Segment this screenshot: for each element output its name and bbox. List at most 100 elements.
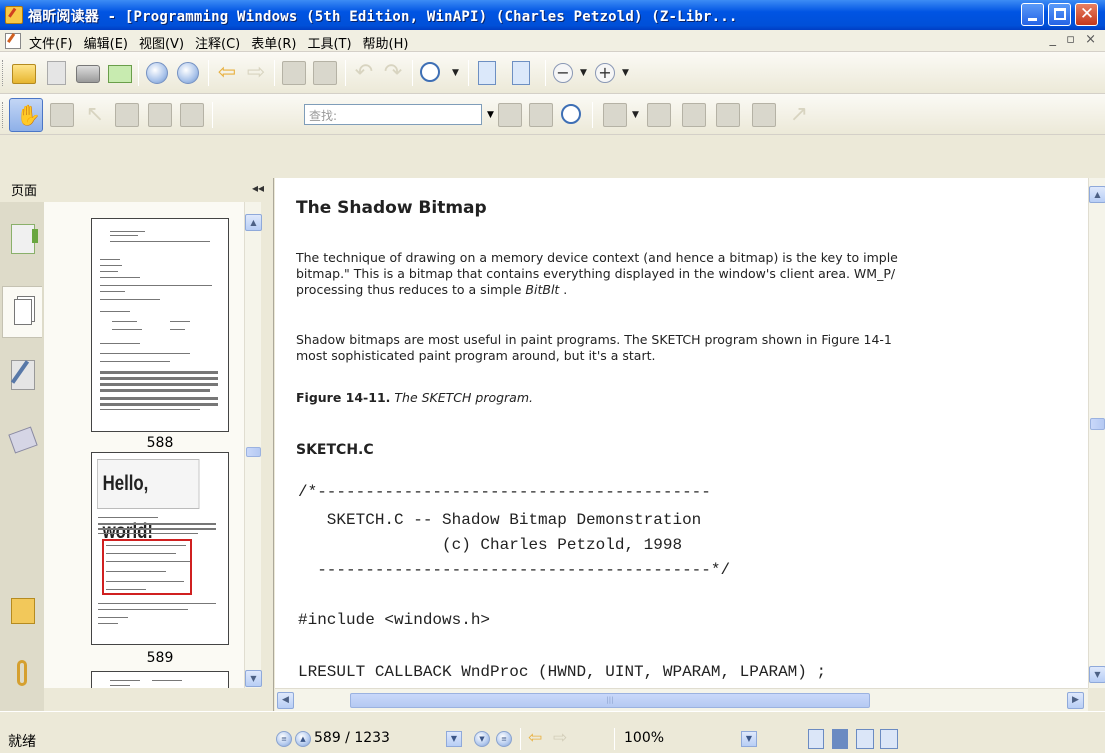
callout-icon[interactable] (752, 103, 776, 127)
maximize-button[interactable] (1048, 3, 1071, 26)
page-thumbnail-590[interactable] (91, 671, 229, 688)
continuous-view-icon[interactable] (832, 729, 848, 749)
select-arrow-icon[interactable]: ↖ (83, 103, 107, 127)
paragraph-end: . (559, 282, 568, 297)
annotations-tab-icon[interactable] (11, 360, 35, 390)
scroll-up-icon[interactable]: ▲ (1089, 186, 1105, 203)
code-line: (c) Charles Petzold, 1998 (298, 536, 683, 554)
next-page-icon[interactable]: ▼ (474, 731, 490, 747)
zoom-in-icon[interactable] (420, 62, 440, 82)
zoom-dropdown-icon[interactable]: ▼ (741, 731, 757, 747)
line-tool-icon[interactable]: ↗ (787, 103, 811, 127)
forward-arrow-icon[interactable]: ⇨ (244, 61, 268, 85)
find-icon[interactable] (115, 103, 139, 127)
previous-page-icon[interactable]: ▲ (295, 731, 311, 747)
zoom-plus-dropdown-icon[interactable]: ▼ (622, 68, 629, 78)
last-page-icon[interactable]: ≡ (496, 731, 512, 747)
document-horizontal-scrollbar[interactable]: ◀ ||| ▶ (275, 688, 1088, 711)
copy-page-icon[interactable] (313, 61, 337, 85)
comments-tab-icon[interactable] (11, 598, 35, 624)
page-dropdown-icon[interactable]: ▼ (446, 731, 462, 747)
pages-panel: 页面 ◂◂ 588 Hello, world! 589 ▲ ▼ (0, 178, 274, 711)
zoom-level-input[interactable]: 100% (620, 729, 737, 749)
toolbar-grip[interactable] (2, 60, 5, 86)
menu-help[interactable]: 帮助(H) (363, 33, 409, 52)
fit-width-icon[interactable] (512, 61, 530, 85)
minimize-button[interactable] (1021, 3, 1044, 26)
find-previous-icon[interactable] (498, 103, 522, 127)
code-line: SKETCH.C -- Shadow Bitmap Demonstration (298, 511, 702, 529)
next-page-icon[interactable] (177, 62, 199, 84)
page-thumbnail-589[interactable]: Hello, world! (91, 452, 229, 645)
print-icon[interactable] (76, 65, 100, 83)
text-box-icon[interactable] (716, 103, 740, 127)
continuous-facing-view-icon[interactable] (880, 729, 898, 749)
mdi-controls[interactable]: _ ▫ × (1050, 32, 1099, 47)
scroll-up-icon[interactable]: ▲ (245, 214, 262, 231)
document-vertical-scrollbar[interactable]: ▲ ▼ (1088, 178, 1105, 688)
document-view[interactable]: The Shadow Bitmap The technique of drawi… (275, 178, 1088, 688)
back-arrow-icon[interactable]: ⇦ (215, 61, 239, 85)
note-tool-icon[interactable] (603, 103, 627, 127)
paragraph-text: processing thus reduces to a simple (296, 282, 526, 297)
note-dropdown-icon[interactable]: ▼ (632, 110, 639, 120)
search-icon[interactable] (561, 104, 581, 124)
single-page-view-icon[interactable] (808, 729, 824, 749)
page-thumbnail-588[interactable] (91, 218, 229, 432)
undo-icon[interactable]: ↶ (352, 61, 376, 85)
scroll-down-icon[interactable]: ▼ (245, 670, 262, 687)
text-select-icon[interactable] (50, 103, 74, 127)
window-title: 福昕阅读器 - [Programming Windows (5th Editio… (28, 9, 738, 25)
scroll-left-icon[interactable]: ◀ (277, 692, 294, 709)
zoom-out-dropdown-icon[interactable]: ▼ (580, 68, 587, 78)
page-thumbnail-label: 588 (146, 435, 174, 451)
menu-tools[interactable]: 工具(T) (307, 33, 351, 52)
pages-tab[interactable] (2, 286, 42, 338)
thumbnail-scroll-thumb[interactable] (246, 447, 261, 457)
zoom-plus-icon[interactable]: + (595, 63, 615, 83)
search-dropdown-icon[interactable]: ▼ (487, 110, 494, 120)
fit-page-icon[interactable] (478, 61, 496, 85)
layers-tab-icon[interactable] (8, 426, 38, 454)
attach-tool-icon[interactable] (647, 103, 671, 127)
collapse-panel-button[interactable]: ◂◂ (252, 181, 264, 195)
current-view-highlight[interactable] (102, 539, 192, 595)
search-input[interactable]: 查找: (304, 104, 482, 125)
menu-view[interactable]: 视图(V) (139, 33, 184, 52)
document-scroll-thumb[interactable] (1090, 418, 1105, 430)
menu-comment[interactable]: 注释(C) (195, 33, 240, 52)
menu-form[interactable]: 表单(R) (251, 33, 296, 52)
typewriter-icon[interactable] (148, 103, 172, 127)
page-number-input[interactable]: 589 / 1233 (312, 729, 434, 749)
horizontal-scroll-thumb[interactable]: ||| (350, 693, 870, 708)
save-icon[interactable] (47, 61, 66, 85)
thumbnail-scrollbar[interactable]: ▲ ▼ (244, 202, 262, 688)
attachments-tab-icon[interactable] (17, 660, 27, 686)
open-icon[interactable] (12, 64, 36, 84)
back-arrow-icon[interactable]: ⇦ (528, 728, 542, 748)
first-page-icon[interactable]: ≡ (276, 731, 292, 747)
scroll-right-icon[interactable]: ▶ (1067, 692, 1084, 709)
menu-edit[interactable]: 编辑(E) (84, 33, 128, 52)
image-select-icon[interactable] (180, 103, 204, 127)
pencil-tool-icon[interactable] (682, 103, 706, 127)
hand-tool-icon[interactable] (9, 98, 43, 132)
zoom-out-icon[interactable]: − (553, 63, 573, 83)
close-button[interactable]: ✕ (1075, 3, 1098, 26)
email-icon[interactable] (108, 65, 132, 83)
section-heading: The Shadow Bitmap (296, 198, 487, 218)
forward-arrow-icon[interactable]: ⇨ (553, 728, 567, 748)
bookmarks-tab-icon[interactable] (11, 224, 38, 254)
redo-icon[interactable]: ↷ (381, 61, 405, 85)
find-next-icon[interactable] (529, 103, 553, 127)
toolbar-grip[interactable] (2, 102, 5, 128)
document-icon[interactable] (5, 33, 21, 49)
previous-page-icon[interactable] (146, 62, 168, 84)
facing-view-icon[interactable] (856, 729, 874, 749)
app-icon[interactable] (5, 6, 23, 24)
zoom-dropdown-icon[interactable]: ▼ (452, 68, 459, 78)
menu-file[interactable]: 文件(F) (29, 33, 73, 52)
toolbar-separator (412, 60, 413, 86)
scroll-down-icon[interactable]: ▼ (1089, 666, 1105, 683)
snapshot-icon[interactable] (282, 61, 306, 85)
